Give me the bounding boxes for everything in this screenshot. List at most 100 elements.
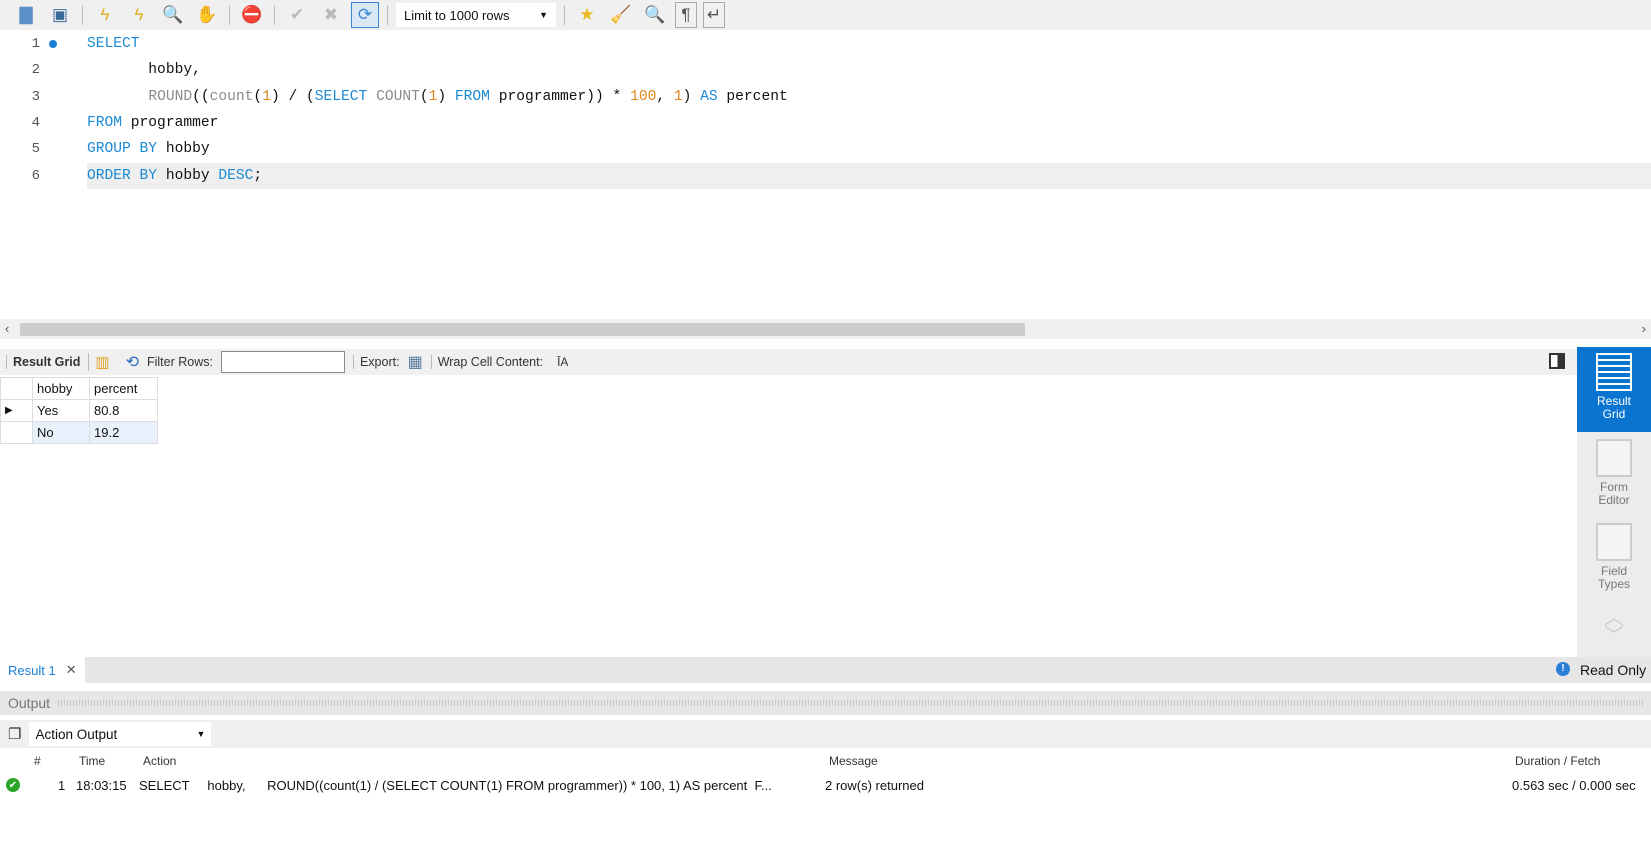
output-selector-bar: ❐ Action Output ▼: [0, 720, 1651, 748]
refresh-icon[interactable]: ⟲: [126, 352, 139, 372]
sql-token: SELECT: [314, 88, 368, 105]
line-number: 6: [31, 167, 40, 184]
horizontal-scrollbar[interactable]: ‹ ›: [0, 319, 1651, 339]
result-grid[interactable]: hobby percent ▶ Yes 80.8 No 19.2: [0, 377, 158, 444]
output-header: Output: [0, 691, 1651, 715]
row-indicator: [0, 421, 33, 444]
wrap-cell-icon[interactable]: ĪA: [557, 355, 568, 369]
code-text: FROM programmer: [87, 110, 1651, 136]
code-line[interactable]: 2 hobby,: [0, 57, 1651, 83]
tab-result-1[interactable]: Result 1 ✕: [0, 657, 85, 683]
cell-percent[interactable]: 80.8: [89, 399, 158, 422]
cell-percent[interactable]: 19.2: [89, 421, 158, 444]
commit-icon[interactable]: ✔: [283, 2, 311, 28]
code-line[interactable]: 5 GROUP BY hobby: [0, 136, 1651, 162]
sql-token: FROM: [87, 114, 123, 131]
wrap-icon[interactable]: ↵: [703, 2, 725, 28]
add-snippet-icon[interactable]: ★: [573, 2, 601, 28]
find-icon[interactable]: 🔍: [641, 2, 669, 28]
tab-label: Result 1: [8, 662, 56, 678]
sql-token: ((: [192, 88, 210, 105]
sql-token: DESC: [218, 167, 254, 184]
code-line[interactable]: 6 ORDER BY hobby DESC;: [0, 162, 1651, 189]
invisible-chars-icon[interactable]: ¶: [675, 2, 697, 28]
cell-hobby[interactable]: Yes: [32, 399, 90, 422]
sql-token: programmer: [122, 114, 219, 131]
save-icon[interactable]: ▣: [46, 2, 74, 28]
sql-token: ): [682, 88, 701, 105]
sql-token: FROM: [454, 88, 490, 105]
code-text: SELECT: [87, 31, 1651, 57]
scroll-left-icon[interactable]: ‹: [5, 321, 9, 336]
info-icon: !: [1556, 662, 1570, 676]
grid-layout-icon[interactable]: ▥: [88, 353, 110, 371]
limit-rows-select[interactable]: Limit to 1000 rows ▼: [396, 3, 556, 27]
row-header-corner: [0, 377, 33, 400]
copy-icon[interactable]: ❐: [8, 725, 21, 743]
filter-rows-input[interactable]: [220, 351, 345, 373]
chevron-down-icon: ▼: [539, 10, 548, 20]
sql-editor[interactable]: 1 SELECT 2 hobby, 3 ROUND((count(1) / (SELE…: [0, 30, 1651, 320]
sql-token: COUNT: [376, 88, 420, 105]
toggle-panel-icon[interactable]: [1549, 353, 1565, 369]
column-header-percent[interactable]: percent: [89, 377, 158, 400]
cell-hobby[interactable]: No: [32, 421, 90, 444]
scroll-right-icon[interactable]: ›: [1642, 321, 1646, 336]
line-number: 2: [31, 62, 40, 79]
column-header-hobby[interactable]: hobby: [32, 377, 90, 400]
scrollbar-thumb[interactable]: [20, 323, 1025, 336]
sql-token: programmer)) *: [489, 88, 631, 105]
code-line[interactable]: 4 FROM programmer: [0, 110, 1651, 136]
sql-token: percent: [717, 88, 788, 105]
statement-marker-icon: [49, 40, 57, 48]
line-number: 1: [31, 36, 40, 52]
table-row[interactable]: ▶ Yes 80.8: [0, 399, 158, 422]
drag-handle[interactable]: [58, 700, 1643, 706]
close-icon[interactable]: ✕: [66, 662, 77, 678]
divider: [229, 5, 230, 25]
sql-token: hobby: [157, 167, 219, 184]
read-only-status: Read Only: [1580, 662, 1647, 678]
code-line[interactable]: 1 SELECT: [0, 31, 1651, 57]
chevron-down-icon: ▼: [196, 729, 206, 739]
sql-token: GROUP BY: [87, 141, 158, 158]
form-editor-button[interactable]: Form Editor: [1577, 439, 1651, 507]
sql-token: SELECT: [87, 36, 140, 52]
sql-token: ): [437, 88, 455, 105]
field-types-icon: [1596, 523, 1632, 561]
row-duration: 0.563 sec / 0.000 sec: [1512, 777, 1636, 793]
code-line[interactable]: 3 ROUND((count(1) / (SELECT COUNT(1) FRO…: [0, 84, 1651, 110]
sql-token: hobby,: [87, 62, 201, 79]
code-text: ORDER BY hobby DESC;: [87, 162, 1651, 189]
execute-icon[interactable]: ϟ: [91, 2, 119, 28]
row-num: 1: [58, 777, 66, 793]
autocommit-icon[interactable]: ⟳: [351, 2, 379, 28]
table-row[interactable]: No 19.2: [0, 421, 158, 444]
success-icon: ✔: [6, 778, 20, 792]
result-grid-button[interactable]: Result Grid: [1577, 347, 1651, 432]
sql-token: AS: [700, 88, 718, 105]
toggle-error-icon[interactable]: ⛔: [238, 2, 266, 28]
field-types-button[interactable]: Field Types: [1577, 523, 1651, 591]
result-side-panel: Result Grid Form Editor Field Types ︿ ﹀: [1577, 347, 1651, 657]
sql-token: ROUND: [148, 88, 193, 105]
sql-token: ORDER BY: [87, 167, 158, 184]
output-title: Output: [8, 695, 51, 711]
output-type-select[interactable]: Action Output ▼: [29, 722, 212, 746]
result-toolbar: Result Grid ▥ ⟲ Filter Rows: Export: ▦ W…: [0, 349, 1577, 375]
open-folder-icon[interactable]: ▇: [12, 2, 40, 28]
row-action: SELECT hobby, ROUND((count(1) / (SELECT …: [139, 777, 772, 793]
scroll-arrows-icon[interactable]: ︿ ﹀: [1577, 608, 1651, 646]
execute-current-icon[interactable]: ϟ: [125, 2, 153, 28]
sql-token: 1: [262, 88, 271, 105]
export-icon[interactable]: ▦: [408, 352, 423, 372]
stop-icon[interactable]: ✋: [193, 2, 221, 28]
filter-rows-label: Filter Rows:: [146, 355, 213, 369]
beautify-icon[interactable]: 🧹: [607, 2, 635, 28]
column-header-message: Message: [829, 754, 878, 768]
rollback-icon[interactable]: ✖: [317, 2, 345, 28]
column-header-duration: Duration / Fetch: [1515, 754, 1601, 768]
sql-token: 100: [630, 88, 657, 105]
explain-icon[interactable]: 🔍: [159, 2, 187, 28]
